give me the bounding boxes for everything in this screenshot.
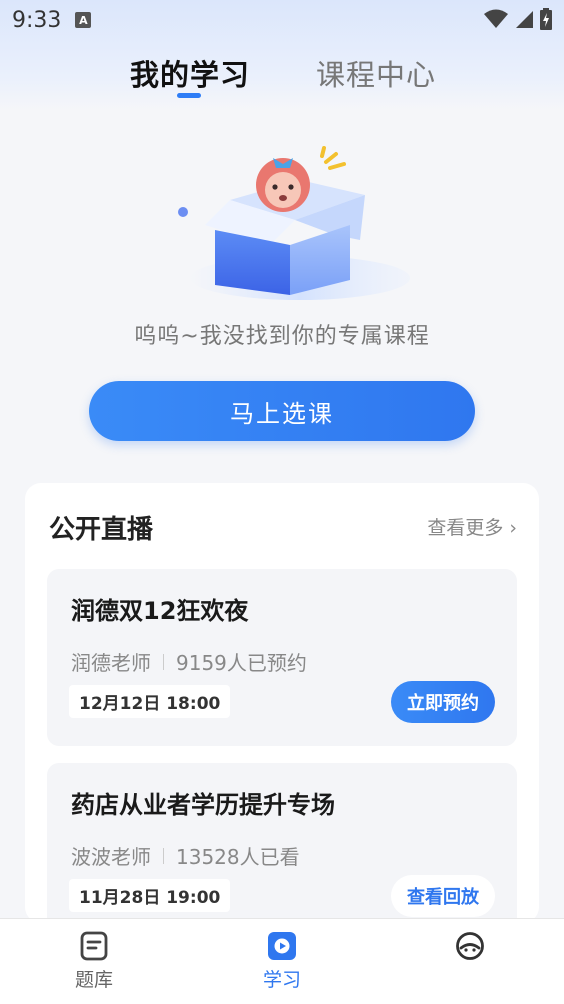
tab-my-study[interactable]: 我的学习 (130, 52, 250, 94)
empty-box-illustration (178, 146, 410, 300)
status-icons (484, 8, 552, 30)
battery-icon (540, 8, 552, 30)
nav-label: 学习 (262, 969, 301, 991)
live-section-card: 公开直播 查看更多 › 润德双12狂欢夜 润德老师 9159人已预约 12月12… (25, 483, 539, 940)
course-teacher: 润德老师 (71, 651, 151, 675)
view-replay-button[interactable]: 查看回放 (391, 875, 495, 917)
course-date: 11月28日 19:00 (69, 879, 231, 912)
nav-label: 题库 (74, 969, 113, 991)
course-title: 药店从业者学历提升专场 (71, 791, 335, 819)
course-meta: 波波老师 13528人已看 (71, 841, 300, 870)
notification-a-icon: A (75, 12, 92, 28)
view-more-link[interactable]: 查看更多 › (427, 513, 517, 540)
empty-message: 呜呜~我没找到你的专属课程 (134, 324, 430, 349)
study-play-icon (268, 932, 296, 960)
nav-item-question-bank[interactable]: 题库 (54, 931, 134, 992)
course-meta: 润德老师 9159人已预约 (71, 647, 307, 676)
status-time: 9:33 (12, 7, 62, 33)
live-section-title: 公开直播 (49, 515, 154, 545)
question-bank-icon (80, 931, 108, 961)
top-tabs: 我的学习 课程中心 (0, 52, 564, 102)
signal-icon (516, 11, 533, 28)
live-course-card[interactable]: 药店从业者学历提升专场 波波老师 13528人已看 11月28日 19:00 查… (47, 763, 517, 940)
nav-item-profile[interactable] (430, 931, 510, 965)
course-title: 润德双12狂欢夜 (71, 597, 249, 625)
bottom-nav: 题库 学习 (0, 918, 564, 1004)
course-stat: 9159人已预约 (176, 651, 307, 675)
status-bar: 9:33 A (0, 0, 564, 40)
course-date: 12月12日 18:00 (69, 685, 231, 718)
wifi-icon (484, 9, 508, 28)
nav-item-study[interactable]: 学习 (242, 931, 322, 992)
book-now-button[interactable]: 立即预约 (391, 681, 495, 723)
active-tab-indicator (177, 93, 201, 98)
course-stat: 13528人已看 (176, 845, 300, 869)
tab-course-center[interactable]: 课程中心 (316, 52, 436, 94)
choose-course-button[interactable]: 马上选课 (89, 381, 475, 441)
meta-divider (163, 653, 164, 670)
course-teacher: 波波老师 (71, 845, 151, 869)
live-course-card[interactable]: 润德双12狂欢夜 润德老师 9159人已预约 12月12日 18:00 立即预约 (47, 569, 517, 746)
meta-divider (163, 847, 164, 864)
profile-face-icon (456, 932, 484, 960)
